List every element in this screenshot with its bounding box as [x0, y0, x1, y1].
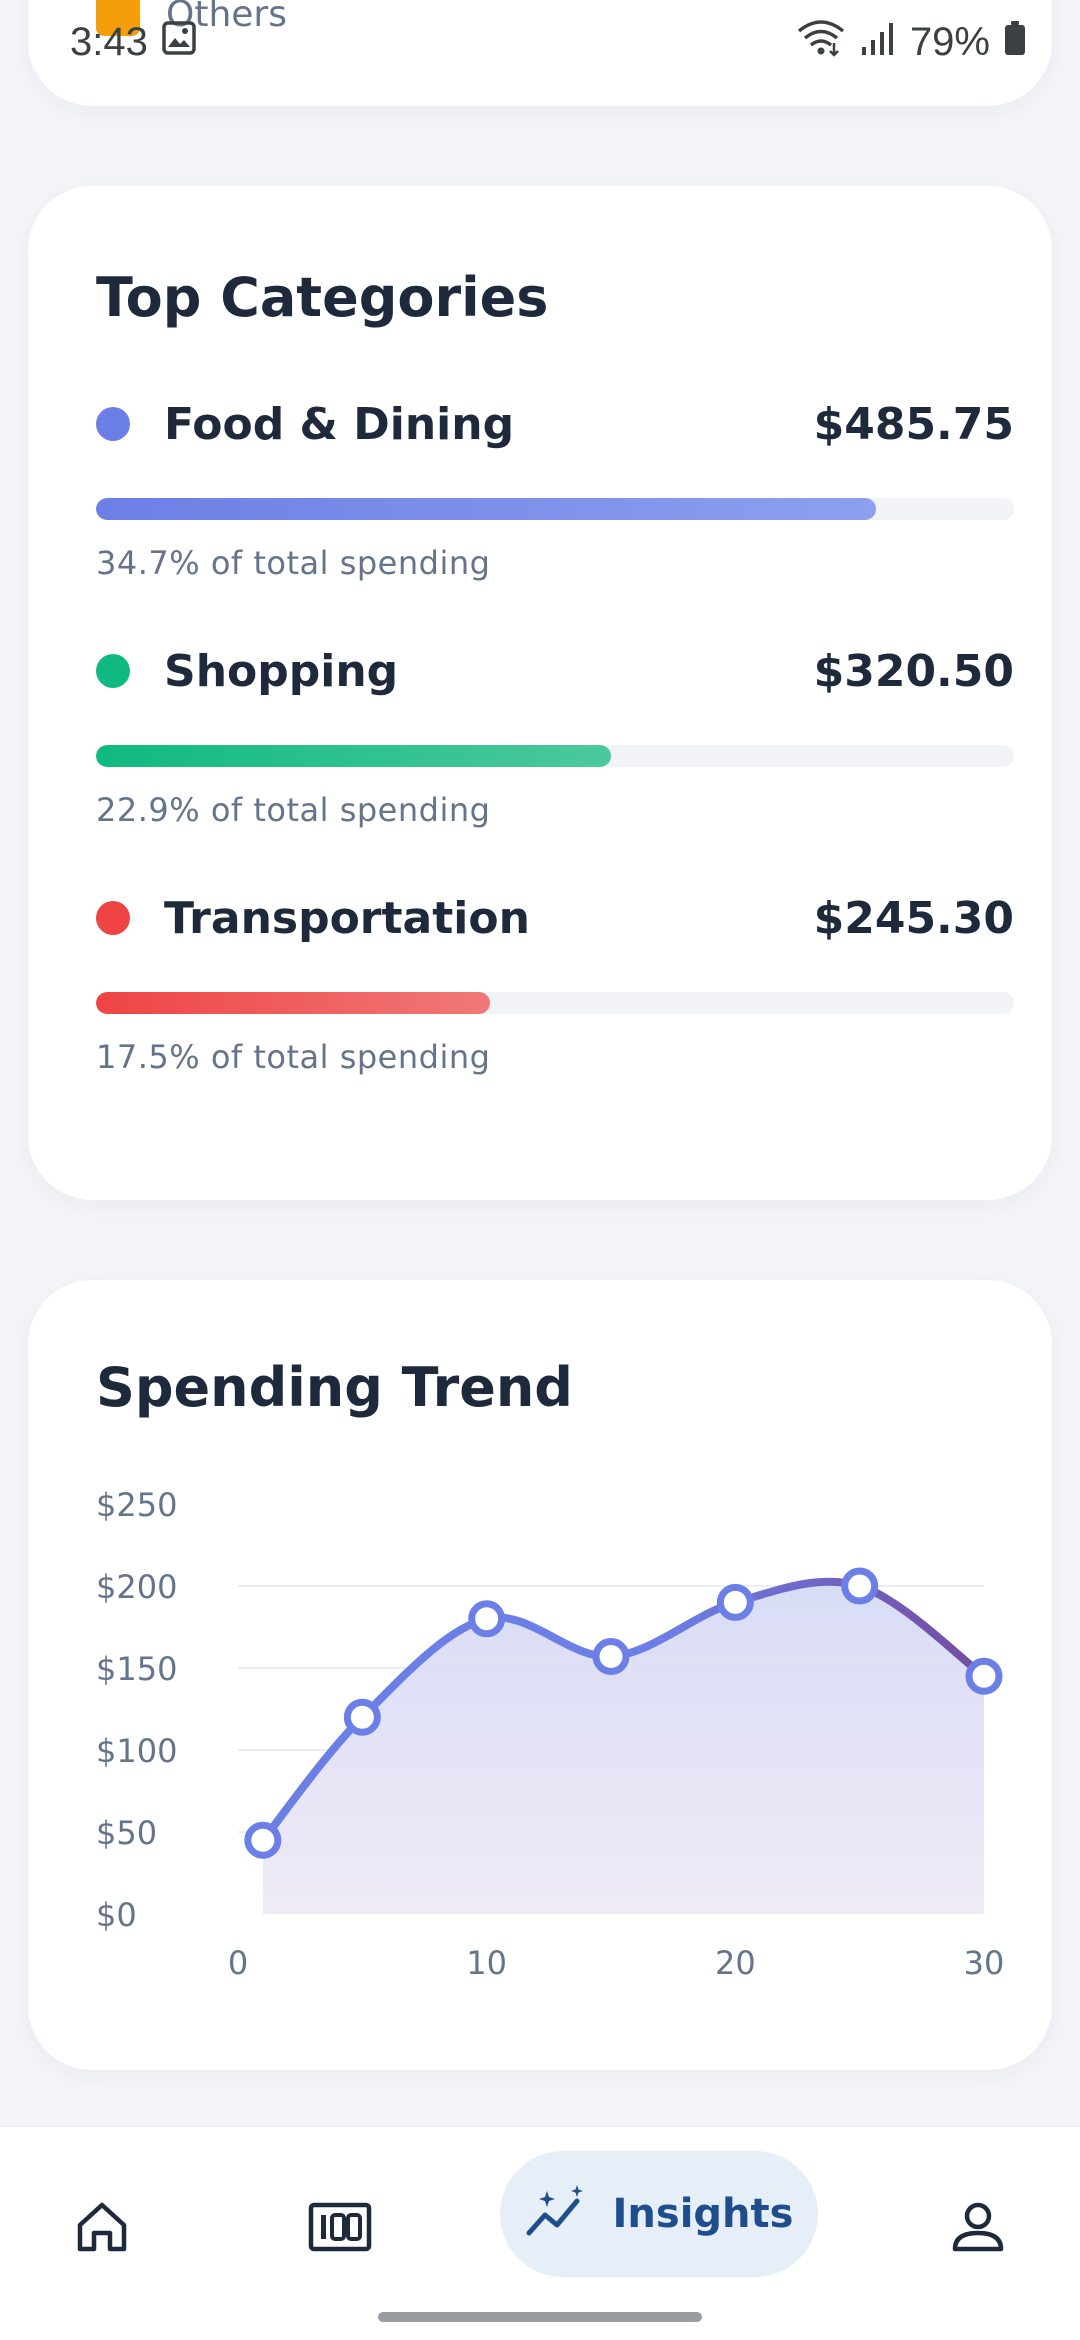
category-name: Transportation: [164, 892, 530, 944]
bottom-nav: Insights: [0, 2126, 1080, 2340]
gallery-icon: [162, 20, 196, 65]
category-name: Food & Dining: [164, 398, 515, 450]
category-progress-track: [96, 745, 1014, 767]
category-amount: $245.30: [813, 892, 1014, 944]
wifi-icon: [796, 17, 846, 67]
chart-point: [841, 1567, 879, 1605]
chart-xtick-label: 0: [228, 1944, 248, 1982]
status-time: 3:43: [70, 19, 148, 64]
spending-trend-card: Spending Trend $0 $50 $100 $150 $200 $250 0 10 2…: [28, 1280, 1052, 2070]
chart-ytick-label: $150: [96, 1650, 177, 1688]
chart-ytick-label: $250: [96, 1486, 177, 1524]
chart-point: [965, 1657, 1003, 1695]
nav-profile-button[interactable]: [936, 2187, 1020, 2271]
signal-icon: [860, 20, 896, 65]
chart-point: [468, 1600, 506, 1638]
status-bar: 3:43 79%: [0, 0, 1080, 84]
chart-ytick-label: $100: [96, 1732, 177, 1770]
category-dot: [96, 901, 130, 935]
category-share-text: 22.9% of total spending: [96, 791, 491, 829]
home-icon: [74, 2199, 130, 2259]
nav-home-button[interactable]: [60, 2187, 144, 2271]
category-progress-fill: [96, 992, 490, 1014]
category-progress-track: [96, 992, 1014, 1014]
category-name: Shopping: [164, 645, 399, 697]
category-item-food[interactable]: Food & Dining $485.75 34.7% of total spe…: [96, 394, 1014, 582]
chart-ytick-label: $50: [96, 1814, 157, 1852]
category-share-text: 17.5% of total spending: [96, 1038, 491, 1076]
category-item-transportation[interactable]: Transportation $245.30 17.5% of total sp…: [96, 888, 1014, 1076]
budget-icon: [308, 2202, 372, 2256]
nav-insights-button[interactable]: Insights: [500, 2151, 818, 2277]
chart-point: [592, 1638, 630, 1676]
top-categories-card: Top Categories Food & Dining $485.75 34.…: [28, 186, 1052, 1200]
chart-xtick-label: 20: [715, 1944, 756, 1982]
home-indicator[interactable]: [378, 2312, 702, 2322]
chart-ytick-label: $0: [96, 1896, 137, 1934]
category-share-text: 34.7% of total spending: [96, 544, 491, 582]
chart-ytick-label: $200: [96, 1568, 177, 1606]
chart-point: [716, 1583, 754, 1621]
screen: Others 3:43 79% Top Categories Food & Di…: [0, 0, 1080, 2340]
chart-point: [343, 1698, 381, 1736]
chart-xtick-label: 10: [466, 1944, 507, 1982]
category-progress-track: [96, 498, 1014, 520]
category-dot: [96, 407, 130, 441]
spending-trend-chart: $0 $50 $100 $150 $200 $250 0 10 20 30: [96, 1486, 1005, 1982]
chart-xtick-label: 30: [964, 1944, 1005, 1982]
chart-point: [244, 1821, 282, 1859]
category-amount: $320.50: [813, 645, 1014, 697]
spending-trend-title: Spending Trend: [96, 1356, 573, 1419]
chart-area: [262, 1581, 984, 1914]
category-progress-fill: [96, 745, 611, 767]
nav-budget-button[interactable]: [298, 2187, 382, 2271]
insights-icon: [525, 2185, 589, 2243]
top-categories-title: Top Categories: [96, 266, 549, 329]
profile-icon: [950, 2199, 1006, 2259]
battery-icon: [1004, 20, 1026, 65]
category-progress-fill: [96, 498, 877, 520]
battery-text: 79%: [909, 19, 990, 64]
nav-insights-label: Insights: [612, 2191, 794, 2237]
category-dot: [96, 654, 130, 688]
category-item-shopping[interactable]: Shopping $320.50 22.9% of total spending: [96, 641, 1014, 829]
category-amount: $485.75: [813, 398, 1014, 450]
